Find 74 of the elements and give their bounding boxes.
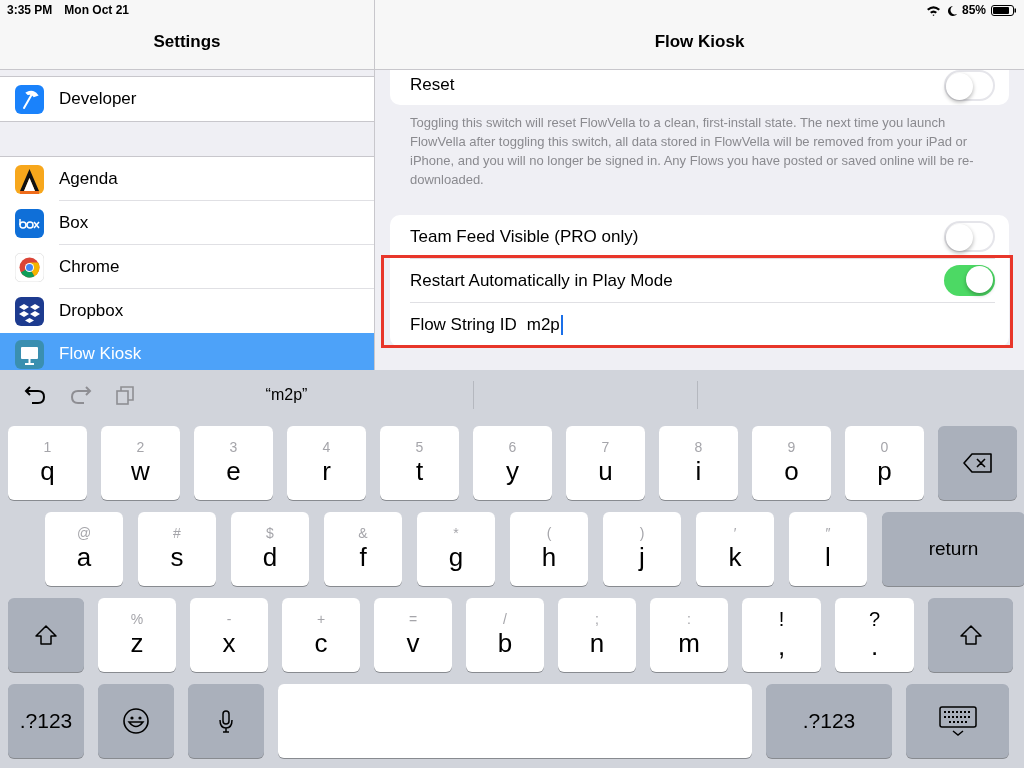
sidebar-item[interactable]: Box <box>0 201 374 245</box>
status-time: 3:35 PM <box>7 2 53 19</box>
status-date: Mon Oct 21 <box>64 2 130 19</box>
key[interactable]: ) j <box>603 512 681 586</box>
hammer-icon <box>15 84 44 114</box>
numbers-key[interactable]: .?123 <box>8 684 84 758</box>
return-key[interactable]: return <box>882 512 1024 586</box>
key[interactable]: / b <box>466 598 544 672</box>
screen-stand-icon <box>15 339 44 369</box>
hide-keyboard-key[interactable] <box>906 684 1009 758</box>
key[interactable]: 5 t <box>380 426 459 500</box>
key[interactable]: 3 e <box>194 426 273 500</box>
text-field[interactable]: m2p <box>526 312 563 338</box>
key[interactable]: ′ k <box>696 512 774 586</box>
key[interactable]: % z <box>98 598 176 672</box>
tent-icon <box>15 164 44 194</box>
key[interactable]: 7 u <box>566 426 645 500</box>
key[interactable]: @ a <box>45 512 123 586</box>
delete-key[interactable] <box>938 426 1017 500</box>
sidebar-item[interactable]: Developer <box>0 77 374 121</box>
field-label: Flow String ID <box>410 314 517 337</box>
moon-icon <box>945 4 957 16</box>
key[interactable]: - x <box>190 598 268 672</box>
sidebar-item[interactable]: Dropbox <box>0 289 374 333</box>
row-label: Team Feed Visible (PRO only) <box>410 225 639 248</box>
backspace-icon <box>962 452 993 474</box>
key[interactable]: 0 p <box>845 426 924 500</box>
box-pattern-icon <box>15 296 44 326</box>
battery-percentage: 85% <box>961 2 986 19</box>
key[interactable]: ; n <box>558 598 636 672</box>
shift-key[interactable] <box>8 598 84 672</box>
shift-arrow-icon <box>34 624 58 646</box>
key[interactable]: 1 q <box>8 426 87 500</box>
detail-title: Flow Kiosk <box>653 30 746 53</box>
toggle-switch[interactable] <box>944 265 995 296</box>
key[interactable]: 4 r <box>287 426 366 500</box>
undo-icon[interactable] <box>24 385 46 405</box>
suggestion[interactable]: “m2p” <box>265 383 308 407</box>
key[interactable]: * g <box>417 512 495 586</box>
key[interactable]: ? . <box>835 598 914 672</box>
key[interactable]: 6 y <box>473 426 552 500</box>
clipboard-icon[interactable] <box>116 385 134 405</box>
wifi-icon <box>925 4 941 16</box>
sidebar-item[interactable]: Agenda <box>0 157 374 201</box>
dictation-key[interactable] <box>188 684 264 758</box>
key[interactable]: 9 o <box>752 426 831 500</box>
key[interactable]: 8 i <box>659 426 738 500</box>
key[interactable]: ″ l <box>789 512 867 586</box>
key[interactable]: = v <box>374 598 452 672</box>
key[interactable]: $ d <box>231 512 309 586</box>
redo-icon[interactable] <box>70 385 92 405</box>
microphone-icon <box>218 709 234 733</box>
key[interactable]: & f <box>324 512 402 586</box>
key[interactable]: # s <box>138 512 216 586</box>
keyboard-icon <box>938 706 977 736</box>
emoji-key[interactable] <box>98 684 174 758</box>
key[interactable]: + c <box>282 598 360 672</box>
row-label: Restart Automatically in Play Mode <box>410 269 673 292</box>
key[interactable]: ! , <box>742 598 821 672</box>
sidebar-title: Settings <box>152 30 222 53</box>
row-label: Reset <box>410 74 455 97</box>
key[interactable]: 2 w <box>101 426 180 500</box>
circle-logo-icon <box>15 252 44 282</box>
key[interactable]: ( h <box>510 512 588 586</box>
sidebar-item[interactable]: Chrome <box>0 245 374 289</box>
numbers-key[interactable]: .?123 <box>766 684 892 758</box>
key[interactable]: : m <box>650 598 728 672</box>
shift-arrow-icon <box>958 624 983 646</box>
toggle-switch[interactable] <box>944 69 995 101</box>
footer-note: Toggling this switch will reset FlowVella to a clean, first-install state. The next time you launch FlowVella after toggling this switch, all data stored in FlowVella will be removed from your iPad or iPhone, and you will no longer be signed in. Any Flows you have posted or saved online will be re-downloaded. <box>409 114 975 189</box>
smiley-icon <box>122 707 150 735</box>
toggle-switch[interactable] <box>944 221 995 252</box>
shift-key[interactable] <box>928 598 1013 672</box>
battery-icon <box>991 4 1016 16</box>
